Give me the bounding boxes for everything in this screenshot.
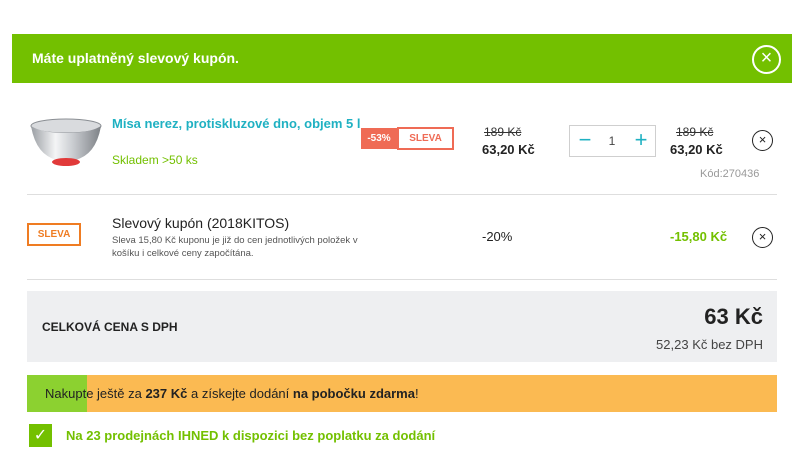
- free-shipping-progress: Nakupte ještě za 237 Kč a získejte dodán…: [27, 375, 777, 412]
- coupon-title: Slevový kupón (2018KITOS): [112, 215, 290, 231]
- store-availability: Na 23 prodejnách IHNED k dispozici bez p…: [66, 428, 436, 443]
- discount-badge: -53%: [361, 128, 397, 149]
- shipping-text-before: Nakupte ještě za: [45, 386, 146, 401]
- coupon-percent: -20%: [482, 229, 513, 244]
- product-code: Kód:270436: [700, 168, 760, 180]
- total-label: CELKOVÁ CENA S DPH: [42, 320, 178, 334]
- shipping-remaining-amount: 237 Kč: [145, 386, 188, 401]
- row-divider: [27, 279, 777, 280]
- total-old-price: 189 Kč: [676, 125, 714, 139]
- unit-price: 63,20 Kč: [482, 142, 535, 157]
- total-price: 63 Kč: [704, 304, 763, 329]
- banner-message: Máte uplatněný slevový kupón.: [32, 50, 239, 66]
- product-name-link[interactable]: Mísa nerez, protiskluzové dno, objem 5 l: [112, 115, 364, 133]
- order-total-panel: CELKOVÁ CENA S DPH 63 Kč 52,23 Kč bez DP…: [27, 291, 777, 362]
- shipping-text-end: !: [414, 386, 419, 401]
- line-total-price: 63,20 Kč: [670, 142, 723, 157]
- remove-item-icon[interactable]: ×: [752, 130, 773, 151]
- check-icon: ✓: [29, 424, 52, 447]
- shipping-text-middle: a získejte dodání: [187, 386, 293, 401]
- free-shipping-message: Nakupte ještě za 237 Kč a získejte dodán…: [45, 386, 419, 401]
- remove-coupon-icon[interactable]: ×: [752, 227, 773, 248]
- quantity-value[interactable]: 1: [598, 134, 626, 148]
- product-image[interactable]: [30, 117, 102, 167]
- unit-old-price: 189 Kč: [484, 125, 522, 139]
- total-net-price: 52,23 Kč bez DPH: [656, 337, 763, 352]
- row-divider: [27, 194, 777, 195]
- shipping-free-target: na pobočku zdarma: [292, 386, 415, 401]
- decrease-quantity-button[interactable]: −: [574, 127, 596, 155]
- increase-quantity-button[interactable]: +: [630, 127, 652, 155]
- sale-badge: SLEVA: [397, 127, 454, 150]
- stock-status: Skladem >50 ks: [112, 153, 198, 167]
- coupon-sale-badge: SLEVA: [27, 223, 81, 246]
- coupon-description: Sleva 15,80 Kč kuponu je již do cen jedn…: [112, 235, 358, 259]
- coupon-amount: -15,80 Kč: [670, 229, 728, 244]
- coupon-applied-banner: Máte uplatněný slevový kupón. ×: [12, 34, 792, 83]
- quantity-stepper[interactable]: − 1 +: [569, 125, 656, 157]
- close-icon[interactable]: ×: [752, 45, 781, 74]
